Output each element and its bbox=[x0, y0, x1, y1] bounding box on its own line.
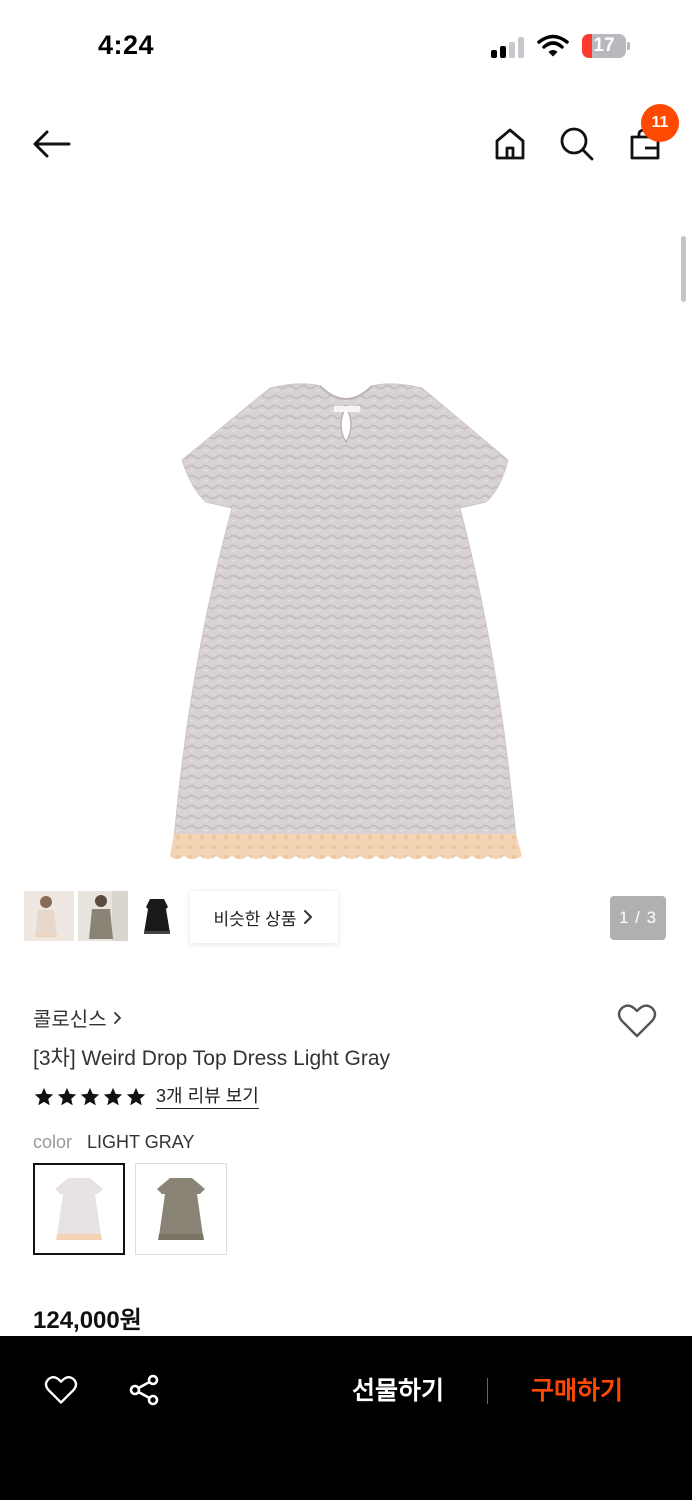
bottom-action-bar: 선물하기 구매하기 bbox=[0, 1336, 692, 1500]
bottom-wishlist-button[interactable] bbox=[41, 1370, 81, 1410]
top-nav bbox=[0, 100, 692, 190]
rating-stars bbox=[33, 1086, 147, 1108]
thumbnail-strip bbox=[24, 891, 182, 943]
signal-icon bbox=[491, 36, 527, 58]
thumbnail-black-dress[interactable] bbox=[132, 891, 182, 941]
thumbnail-model-beige[interactable] bbox=[24, 891, 74, 941]
scrollbar[interactable] bbox=[681, 236, 686, 302]
chevron-right-icon bbox=[113, 1011, 121, 1024]
chevron-right-icon bbox=[304, 910, 313, 924]
wifi-icon bbox=[537, 34, 569, 58]
gift-button[interactable]: 선물하기 bbox=[338, 1372, 458, 1410]
battery-level: 17 bbox=[593, 35, 615, 56]
product-main-image[interactable] bbox=[160, 372, 532, 872]
similar-products-label: 비슷한 상품 bbox=[213, 909, 297, 929]
color-value: LIGHT GRAY bbox=[87, 1132, 195, 1152]
star-icon bbox=[103, 1087, 123, 1106]
star-icon bbox=[80, 1087, 100, 1106]
back-arrow-icon bbox=[33, 130, 71, 158]
share-button[interactable] bbox=[124, 1370, 164, 1410]
buy-button[interactable]: 구매하기 bbox=[517, 1372, 637, 1410]
wishlist-button[interactable] bbox=[614, 998, 660, 1044]
review-link[interactable]: 3개 리뷰 보기 bbox=[156, 1085, 259, 1109]
color-swatches bbox=[33, 1163, 227, 1255]
cart-count-badge: 11 bbox=[641, 104, 679, 142]
rating-row: 3개 리뷰 보기 bbox=[33, 1085, 259, 1109]
status-time: 4:24 bbox=[98, 30, 155, 60]
star-icon bbox=[126, 1087, 146, 1106]
search-button[interactable] bbox=[555, 122, 599, 166]
home-button[interactable] bbox=[488, 122, 532, 166]
color-option-light-gray[interactable] bbox=[33, 1163, 125, 1255]
similar-products-button[interactable]: 비슷한 상품 bbox=[190, 891, 338, 943]
brand-link[interactable]: 콜로신스 bbox=[33, 1003, 123, 1032]
share-icon bbox=[129, 1374, 159, 1406]
back-button[interactable] bbox=[29, 122, 73, 166]
divider bbox=[487, 1378, 488, 1404]
battery-icon: 17 bbox=[582, 34, 630, 58]
status-bar: 4:24 17 bbox=[0, 0, 692, 90]
color-label: color bbox=[33, 1132, 73, 1152]
color-option-khaki[interactable] bbox=[135, 1163, 227, 1255]
heart-icon bbox=[44, 1376, 78, 1404]
home-icon bbox=[495, 128, 525, 160]
brand-name: 콜로신스 bbox=[33, 1009, 107, 1031]
star-icon bbox=[57, 1087, 77, 1106]
color-row: color LIGHT GRAY bbox=[33, 1132, 194, 1153]
search-icon bbox=[560, 127, 594, 161]
heart-outline-icon bbox=[617, 1004, 657, 1038]
image-page-indicator: 1 / 3 bbox=[610, 896, 666, 940]
product-title: [3차] Weird Drop Top Dress Light Gray bbox=[33, 1047, 391, 1070]
thumbnail-model-khaki[interactable] bbox=[78, 891, 128, 941]
product-price: 124,000원 bbox=[33, 1307, 142, 1334]
star-icon bbox=[34, 1087, 54, 1106]
